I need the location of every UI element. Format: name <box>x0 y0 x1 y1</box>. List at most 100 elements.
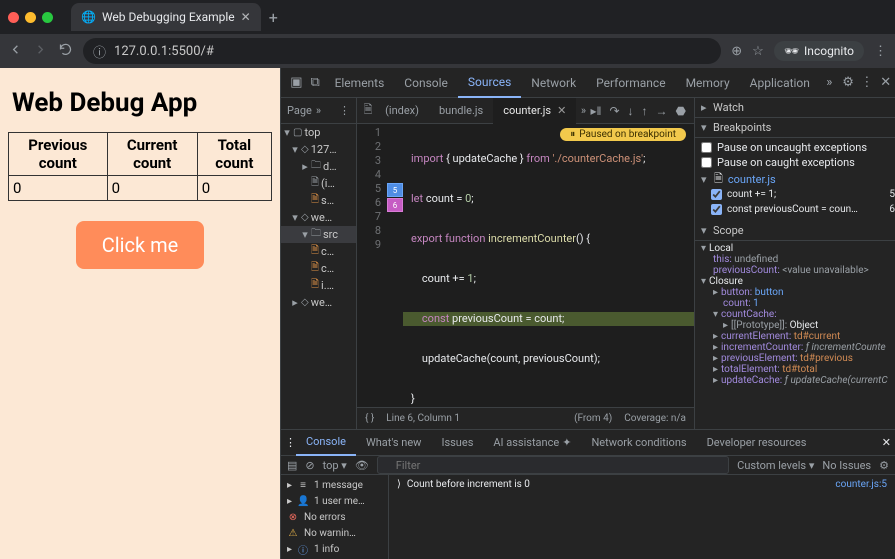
code-editor[interactable]: ⏸Paused on breakpoint 123456789 56 impor… <box>357 124 694 407</box>
editor-tab-bundle[interactable]: bundle.js <box>429 98 493 124</box>
console-summary[interactable]: ▸≡1 message ▸👤1 user me… ⊗No errors ⚠No … <box>281 475 389 559</box>
log-source-link[interactable]: counter.js:5 <box>835 479 887 490</box>
close-icon[interactable]: ✕ <box>557 104 566 117</box>
drawer-tab-issues[interactable]: Issues <box>431 430 483 456</box>
device-icon[interactable]: ⧉ <box>306 75 325 90</box>
tab-elements[interactable]: Elements <box>325 68 395 98</box>
drawer-tab-devres[interactable]: Developer resources <box>697 430 817 456</box>
bp2-checkbox[interactable] <box>711 204 722 215</box>
window-controls <box>8 12 53 23</box>
debugger-sidebar: ▸Watch ▾Breakpoints Pause on uncaught ex… <box>695 98 895 429</box>
file-tree[interactable]: ▾▢top ▾◇127… ▸🗀d… 🗎(i… 🗎s… ▾◇we… ▾🗀src 🗎… <box>281 124 356 429</box>
file-nav-icon[interactable]: 🗎 <box>361 101 375 120</box>
step-into-icon[interactable]: ↓ <box>628 104 634 118</box>
devtools: ▣ ⧉ Elements Console Sources Network Per… <box>280 68 895 559</box>
tab-application[interactable]: Application <box>740 68 820 98</box>
braces-icon[interactable]: { } <box>365 413 374 424</box>
console-filter-input[interactable] <box>377 456 729 474</box>
settings-icon[interactable]: ⚙ <box>839 75 858 90</box>
code-body[interactable]: import { updateCache } from './counterCa… <box>403 124 694 407</box>
incognito-badge[interactable]: 🕶 Incognito <box>774 41 864 61</box>
sidebar-toggle-icon[interactable]: ▤ <box>287 459 297 472</box>
drawer-tab-netcond[interactable]: Network conditions <box>581 430 696 456</box>
clear-console-icon[interactable]: ⊘ <box>305 459 314 472</box>
tab-performance[interactable]: Performance <box>586 68 675 98</box>
step-icon[interactable]: → <box>656 104 668 118</box>
editor-statusbar: { } Line 6, Column 1 (From 4) Coverage: … <box>357 407 694 429</box>
browser-tab[interactable]: 🌐 Web Debugging Example ✕ <box>71 3 261 31</box>
drawer-tab-whatsnew[interactable]: What's new <box>356 430 431 456</box>
cursor-pos: Line 6, Column 1 <box>386 413 460 424</box>
breakpoints-section[interactable]: ▾Breakpoints <box>695 118 895 138</box>
nav-page-label[interactable]: Page <box>287 104 312 117</box>
pause-caught-checkbox[interactable] <box>701 157 712 168</box>
close-devtools-icon[interactable]: ✕ <box>876 75 895 90</box>
reload-button[interactable] <box>58 42 73 61</box>
context-selector[interactable]: top ▾ <box>323 459 347 472</box>
inspect-icon[interactable]: ▣ <box>287 75 306 90</box>
click-me-button[interactable]: Click me <box>76 221 204 269</box>
th-total: Total count <box>197 133 271 176</box>
pause-icon: ⏸ <box>570 129 575 140</box>
chevron-right-icon[interactable]: » <box>316 104 321 117</box>
page-heading: Web Debug App <box>12 88 268 118</box>
site-info-icon[interactable]: ⓘ <box>93 42 106 61</box>
close-window[interactable] <box>8 12 19 23</box>
log-levels[interactable]: Custom levels ▾ <box>737 459 814 472</box>
close-tab-icon[interactable]: ✕ <box>241 10 251 24</box>
devtools-menu-icon[interactable]: ⋮ <box>857 75 876 90</box>
bp1-checkbox[interactable] <box>711 189 722 200</box>
watch-section[interactable]: ▸Watch <box>695 98 895 118</box>
globe-icon: 🌐 <box>81 10 96 24</box>
tab-title: Web Debugging Example <box>102 10 235 24</box>
scope-body[interactable]: ▾Local this: undefined previousCount: <v… <box>695 241 895 390</box>
back-button[interactable] <box>8 42 23 61</box>
minimize-window[interactable] <box>25 12 36 23</box>
nav-menu-icon[interactable]: ⋮ <box>339 104 350 117</box>
debugger-controls: ▸‖ ↷ ↓ ↑ → ⬣ <box>590 104 694 118</box>
line-gutter[interactable]: 123456789 <box>357 124 387 407</box>
tab-network[interactable]: Network <box>521 68 586 98</box>
td-current: 0 <box>107 176 197 201</box>
forward-button[interactable] <box>33 42 48 61</box>
tab-console[interactable]: Console <box>394 68 458 98</box>
bp-file[interactable]: counter.js <box>728 173 776 186</box>
maximize-window[interactable] <box>42 12 53 23</box>
td-previous: 0 <box>9 176 108 201</box>
drawer-menu-icon[interactable]: ⋮ <box>285 436 296 449</box>
console-output[interactable]: ⟩Count before increment is 0 counter.js:… <box>389 475 895 559</box>
menu-icon[interactable]: ⋮ <box>874 44 887 59</box>
new-tab-button[interactable]: + <box>269 8 278 27</box>
scope-section[interactable]: ▾Scope <box>695 221 895 241</box>
address-bar[interactable]: ⓘ 127.0.0.1:5500/# <box>83 38 721 64</box>
drawer-tabbar: ⋮ Console What's new Issues AI assistanc… <box>281 430 895 456</box>
editor-tab-counter[interactable]: counter.js✕ <box>493 98 576 124</box>
zoom-icon[interactable]: ⊕ <box>731 44 742 59</box>
breakpoint-gutter[interactable]: 56 <box>387 124 403 407</box>
editor-tabbar: 🗎 (index) bundle.js counter.js✕ » ▸‖ ↷ ↓… <box>357 98 694 124</box>
td-total: 0 <box>197 176 271 201</box>
drawer-close-icon[interactable]: ✕ <box>882 436 891 449</box>
deactivate-bp-icon[interactable]: ⬣ <box>676 104 686 118</box>
more-editor-tabs-icon[interactable]: » <box>576 104 590 117</box>
drawer-tab-ai[interactable]: AI assistance ✦ <box>483 430 581 456</box>
editor-tab-index[interactable]: (index) <box>375 98 429 124</box>
issues-badge[interactable]: No Issues <box>822 459 871 472</box>
coverage-status: Coverage: n/a <box>624 413 686 424</box>
console-toolbar: ▤ ⊘ top ▾ 👁 Custom levels ▾ No Issues ⚙ <box>281 456 895 475</box>
sources-navigator: Page » ⋮ ▾▢top ▾◇127… ▸🗀d… 🗎(i… 🗎s… ▾◇we… <box>281 98 357 429</box>
pause-uncaught-checkbox[interactable] <box>701 142 712 153</box>
devtools-drawer: ⋮ Console What's new Issues AI assistanc… <box>281 429 895 559</box>
more-tabs-icon[interactable]: » <box>820 75 839 90</box>
bookmark-icon[interactable]: ☆ <box>752 44 764 59</box>
drawer-tab-console[interactable]: Console <box>296 430 356 456</box>
editor-pane: 🗎 (index) bundle.js counter.js✕ » ▸‖ ↷ ↓… <box>357 98 695 429</box>
step-out-icon[interactable]: ↑ <box>642 104 648 118</box>
live-expr-icon[interactable]: 👁 <box>355 459 369 472</box>
tab-memory[interactable]: Memory <box>676 68 740 98</box>
tab-sources[interactable]: Sources <box>458 68 521 98</box>
step-over-icon[interactable]: ↷ <box>609 104 619 118</box>
th-current: Current count <box>107 133 197 176</box>
console-settings-icon[interactable]: ⚙ <box>879 459 889 472</box>
resume-icon[interactable]: ▸‖ <box>590 104 601 118</box>
